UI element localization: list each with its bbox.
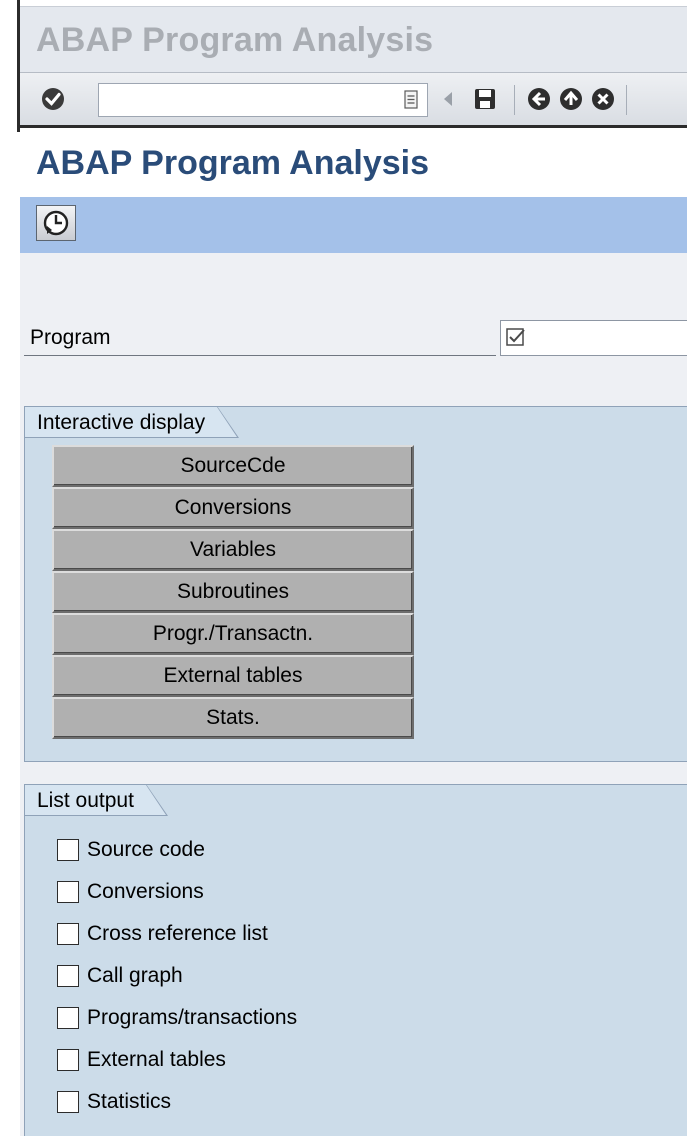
checkbox-label: Conversions <box>87 880 204 903</box>
command-history-icon[interactable] <box>403 90 419 110</box>
programs-transactions-checkbox[interactable] <box>57 1007 79 1029</box>
list-output-options: Source code Conversions Cross reference … <box>57 829 297 1123</box>
command-field[interactable] <box>98 83 428 117</box>
external-tables-button[interactable]: External tables <box>52 655 414 697</box>
conversions-button[interactable]: Conversions <box>52 487 414 529</box>
window-title-bar: ABAP Program Analysis <box>20 6 687 72</box>
list-output-option[interactable]: Programs/transactions <box>57 997 297 1039</box>
list-output-option[interactable]: External tables <box>57 1039 297 1081</box>
execute-button[interactable] <box>36 205 76 241</box>
checkbox-label: Programs/transactions <box>87 1006 298 1029</box>
window-left-margin <box>0 0 18 1136</box>
list-output-option[interactable]: Statistics <box>57 1081 297 1123</box>
sourcecode-button[interactable]: SourceCde <box>52 445 414 487</box>
execute-icon <box>43 210 69 236</box>
required-entry-icon <box>506 328 525 346</box>
interactive-display-group: Interactive display SourceCde Conversion… <box>24 406 687 762</box>
toolbar-separator <box>626 85 627 115</box>
save-icon[interactable] <box>472 86 498 112</box>
subroutines-button[interactable]: Subroutines <box>52 571 414 613</box>
enter-icon[interactable] <box>40 86 66 112</box>
list-output-option[interactable]: Conversions <box>57 871 297 913</box>
checkbox-label: Statistics <box>87 1090 172 1113</box>
back-icon[interactable] <box>526 86 552 112</box>
cancel-icon[interactable] <box>590 86 616 112</box>
program-label-underline <box>24 355 496 356</box>
list-output-option[interactable]: Cross reference list <box>57 913 297 955</box>
checkbox-label: Source code <box>87 838 205 861</box>
interactive-display-title: Interactive display <box>24 406 240 438</box>
program-field[interactable] <box>500 320 687 356</box>
back-triangle-icon[interactable] <box>436 86 462 112</box>
program-label: Program <box>30 326 111 349</box>
list-output-title: List output <box>24 784 168 816</box>
statistics-checkbox[interactable] <box>57 1091 79 1113</box>
page-title: ABAP Program Analysis <box>36 144 430 182</box>
standard-toolbar <box>20 72 687 128</box>
toolbar-separator <box>514 85 515 115</box>
checkbox-label: External tables <box>87 1048 226 1071</box>
checkbox-label: Call graph <box>87 964 183 987</box>
command-input[interactable] <box>99 84 399 116</box>
list-output-option[interactable]: Call graph <box>57 955 297 997</box>
checkbox-label: Cross reference list <box>87 922 268 945</box>
cross-reference-checkbox[interactable] <box>57 923 79 945</box>
application-toolbar <box>20 197 687 253</box>
conversions-checkbox[interactable] <box>57 881 79 903</box>
external-tables-checkbox[interactable] <box>57 1049 79 1071</box>
variables-button[interactable]: Variables <box>52 529 414 571</box>
statistics-button[interactable]: Stats. <box>52 697 414 739</box>
interactive-display-buttons: SourceCde Conversions Variables Subrouti… <box>52 445 414 739</box>
source-code-checkbox[interactable] <box>57 839 79 861</box>
programs-transactions-button[interactable]: Progr./Transactn. <box>52 613 414 655</box>
exit-icon[interactable] <box>558 86 584 112</box>
list-output-option[interactable]: Source code <box>57 829 297 871</box>
call-graph-checkbox[interactable] <box>57 965 79 987</box>
program-input[interactable] <box>535 323 683 353</box>
window-title: ABAP Program Analysis <box>36 21 434 59</box>
list-output-group: List output Source code Conversions Cros… <box>24 784 687 1136</box>
